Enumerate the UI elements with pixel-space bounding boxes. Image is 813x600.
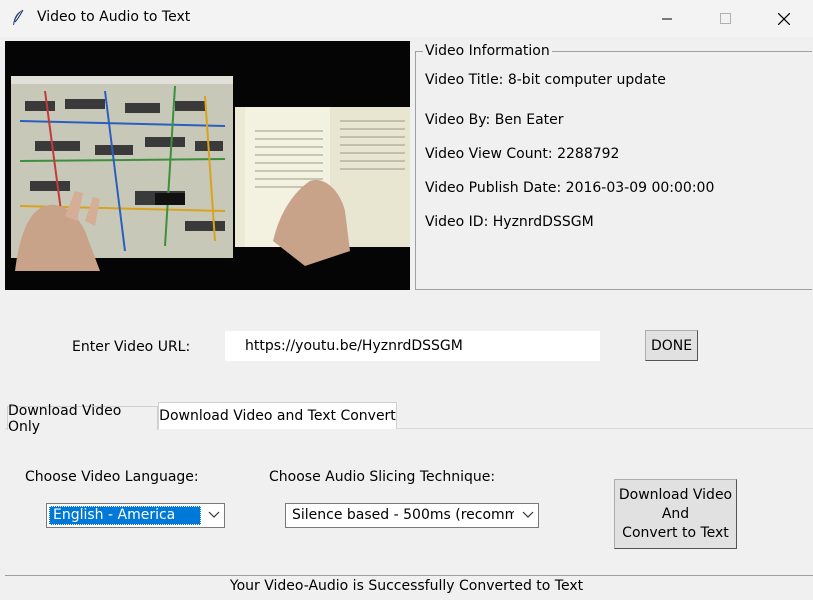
video-view-count-text: Video View Count: 2288792 (425, 146, 620, 162)
minimize-button[interactable] (638, 0, 696, 37)
close-icon (778, 12, 790, 25)
download-and-convert-button[interactable]: Download Video And Convert to Text (614, 479, 737, 549)
language-select-value: English - America (49, 506, 201, 525)
done-button[interactable]: DONE (645, 330, 698, 361)
title-bar: Video to Audio to Text (0, 0, 813, 37)
video-information-legend: Video Information (423, 43, 552, 59)
tab-download-video-only[interactable]: Download Video Only (7, 403, 158, 435)
tab-download-video-and-text-convert[interactable]: Download Video and Text Convert (158, 402, 397, 429)
video-thumbnail (5, 41, 410, 290)
video-id-text: Video ID: HyznrdDSSGM (425, 214, 594, 230)
convert-button-line-3: Convert to Text (622, 525, 729, 541)
feather-icon (10, 9, 26, 27)
language-label: Choose Video Language: (25, 469, 199, 485)
video-publish-date-text: Video Publish Date: 2016-03-09 00:00:00 (425, 180, 715, 196)
convert-button-line-1: Download Video (618, 487, 733, 503)
chevron-down-icon (522, 511, 534, 518)
slicing-select-value: Silence based - 500ms (recommended) (292, 507, 514, 523)
maximize-button[interactable] (696, 0, 754, 37)
url-label: Enter Video URL: (72, 339, 191, 355)
maximize-icon (719, 13, 731, 24)
convert-button-line-2: And (661, 506, 690, 522)
video-title-text: Video Title: 8-bit computer update (425, 72, 666, 88)
video-author-text: Video By: Ben Eater (425, 112, 564, 128)
chevron-down-icon (208, 511, 220, 518)
url-input[interactable] (225, 331, 600, 361)
minimize-icon (662, 18, 672, 19)
language-select[interactable]: English - America (46, 503, 225, 528)
window-title: Video to Audio to Text (37, 9, 191, 25)
video-information-panel: Video Information Video Title: 8-bit com… (415, 41, 813, 290)
status-message: Your Video-Audio is Successfully Convert… (229, 578, 584, 594)
slicing-label: Choose Audio Slicing Technique: (269, 469, 496, 485)
close-button[interactable] (755, 0, 813, 37)
status-divider (5, 575, 813, 576)
slicing-select[interactable]: Silence based - 500ms (recommended) (285, 503, 539, 528)
